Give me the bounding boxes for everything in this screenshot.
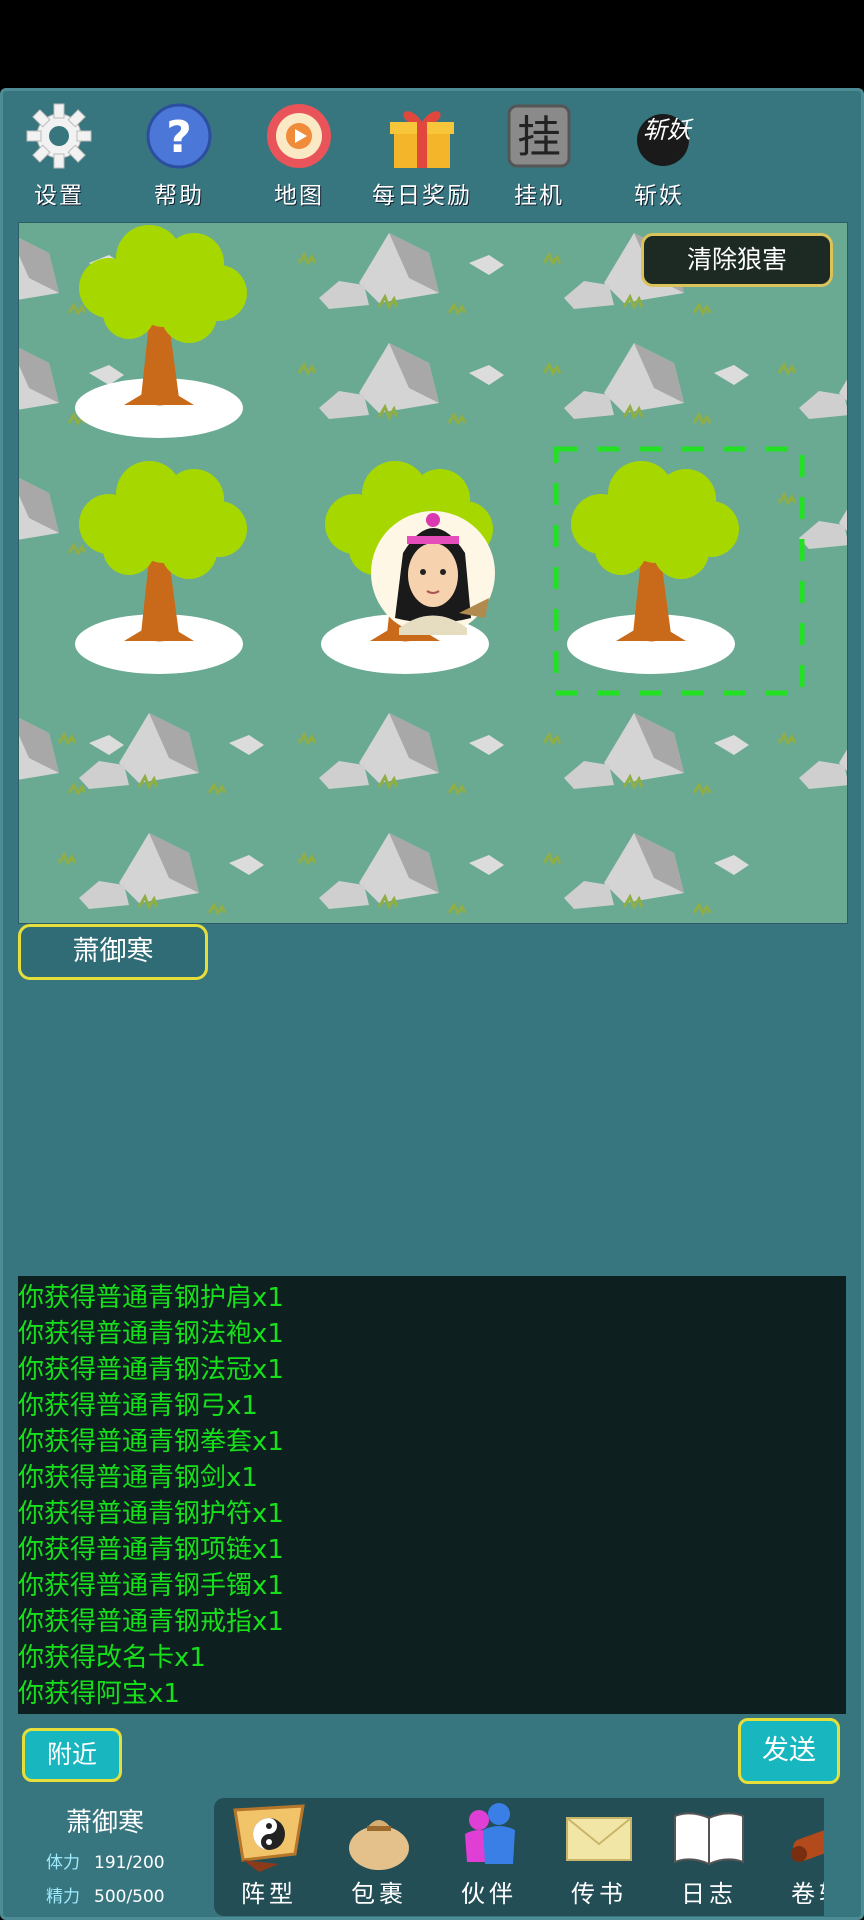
log-line: 你获得普通青钢手镯x1: [18, 1571, 284, 1601]
slay-badge-text: 斩妖: [643, 116, 694, 144]
journal-icon: [674, 1812, 744, 1866]
bottom-bar: 萧御寒 体力 191/200 精力 500/500 阵型 包裹 伙伴 传书 日志…: [0, 1796, 864, 1920]
player-name: 萧御寒: [65, 1808, 144, 1838]
partners-icon: [465, 1803, 515, 1864]
character-name-tag[interactable]: 萧御寒: [18, 924, 208, 980]
log-line: 你获得阿宝x1: [18, 1679, 180, 1709]
idle-label: 挂机: [514, 183, 564, 209]
log-line: 你获得普通青钢弓x1: [18, 1391, 258, 1421]
stamina-value: 191/200: [94, 1853, 165, 1873]
daily-reward-button[interactable]: 每日奖励: [364, 96, 480, 214]
clear-wolves-button[interactable]: 清除狼害: [641, 233, 833, 287]
message-log[interactable]: 你获得普通青钢护肩x1 你获得普通青钢法袍x1 你获得普通青钢法冠x1 你获得普通青钢…: [18, 1276, 846, 1714]
settings-label: 设置: [34, 183, 84, 209]
dock-item-scroll[interactable]: 卷轴: [764, 1798, 824, 1916]
nearby-channel-button[interactable]: 附近: [22, 1728, 122, 1782]
dock-item-bag[interactable]: 包裹: [324, 1798, 434, 1916]
mail-icon: [566, 1817, 632, 1861]
map-terrain: [19, 223, 847, 915]
dock-item-journal[interactable]: 日志: [654, 1798, 764, 1916]
slay-demon-label: 斩妖: [634, 183, 684, 209]
help-label: 帮助: [154, 183, 204, 209]
dock-label-mail: 传书: [571, 1880, 627, 1908]
scroll-icon: [791, 1825, 824, 1862]
log-line: 你获得普通青钢护肩x1: [18, 1283, 284, 1313]
help-icon: ?: [146, 103, 212, 169]
dock-item-partners[interactable]: 伙伴: [434, 1798, 544, 1916]
map-view[interactable]: 清除狼害: [18, 222, 848, 924]
bag-icon: [349, 1820, 409, 1870]
energy-stat: 精力 500/500: [46, 1882, 165, 1907]
svg-text:挂: 挂: [517, 112, 561, 163]
dock-label-journal: 日志: [681, 1880, 737, 1908]
log-line: 你获得普通青钢剑x1: [18, 1463, 258, 1493]
gear-icon: [26, 103, 92, 169]
formation-icon: [233, 1804, 305, 1872]
send-button[interactable]: 发送: [738, 1718, 840, 1784]
log-line: 你获得普通青钢戒指x1: [18, 1607, 284, 1637]
idle-button[interactable]: 挂 挂机: [484, 96, 594, 214]
log-line: 你获得改名卡x1: [18, 1643, 206, 1673]
dock-label-scroll: 卷轴: [791, 1880, 824, 1908]
slay-demon-button[interactable]: 斩妖 斩妖: [604, 96, 714, 214]
log-line: 你获得普通青钢法袍x1: [18, 1319, 284, 1349]
map-icon: [267, 104, 331, 168]
dock-item-mail[interactable]: 传书: [544, 1798, 654, 1916]
log-lines: 你获得普通青钢护肩x1 你获得普通青钢法袍x1 你获得普通青钢法冠x1 你获得普通青钢…: [18, 1280, 284, 1712]
dock-item-formation[interactable]: 阵型: [214, 1798, 324, 1916]
help-button[interactable]: ? 帮助: [124, 96, 234, 214]
log-line: 你获得普通青钢法冠x1: [18, 1355, 284, 1385]
settings-button[interactable]: 设置: [4, 96, 114, 214]
slay-demon-icon: 斩妖: [637, 114, 694, 166]
stamina-stat: 体力 191/200: [46, 1848, 165, 1873]
daily-reward-label: 每日奖励: [372, 183, 472, 209]
map-button[interactable]: 地图: [244, 96, 354, 214]
log-line: 你获得普通青钢拳套x1: [18, 1427, 284, 1457]
dock-label-bag: 包裹: [351, 1880, 407, 1908]
stamina-label: 体力: [46, 1853, 80, 1873]
gift-icon: [390, 111, 454, 168]
svg-text:?: ?: [166, 112, 192, 163]
energy-label: 精力: [46, 1887, 80, 1907]
log-line: 你获得普通青钢项链x1: [18, 1535, 284, 1565]
character-avatar[interactable]: [371, 511, 495, 635]
dock-label-formation: 阵型: [241, 1880, 297, 1908]
log-line: 你获得普通青钢护符x1: [18, 1499, 284, 1529]
energy-value: 500/500: [94, 1887, 165, 1907]
chat-input[interactable]: [130, 1718, 734, 1786]
top-toolbar: 设置 ? 帮助 地图 每日奖励 挂 挂机 斩妖 斩妖: [0, 96, 864, 214]
idle-icon: 挂: [507, 104, 571, 168]
bottom-dock: 阵型 包裹 伙伴 传书 日志 卷: [214, 1798, 824, 1916]
dock-label-partners: 伙伴: [461, 1880, 517, 1908]
map-label: 地图: [274, 183, 324, 209]
